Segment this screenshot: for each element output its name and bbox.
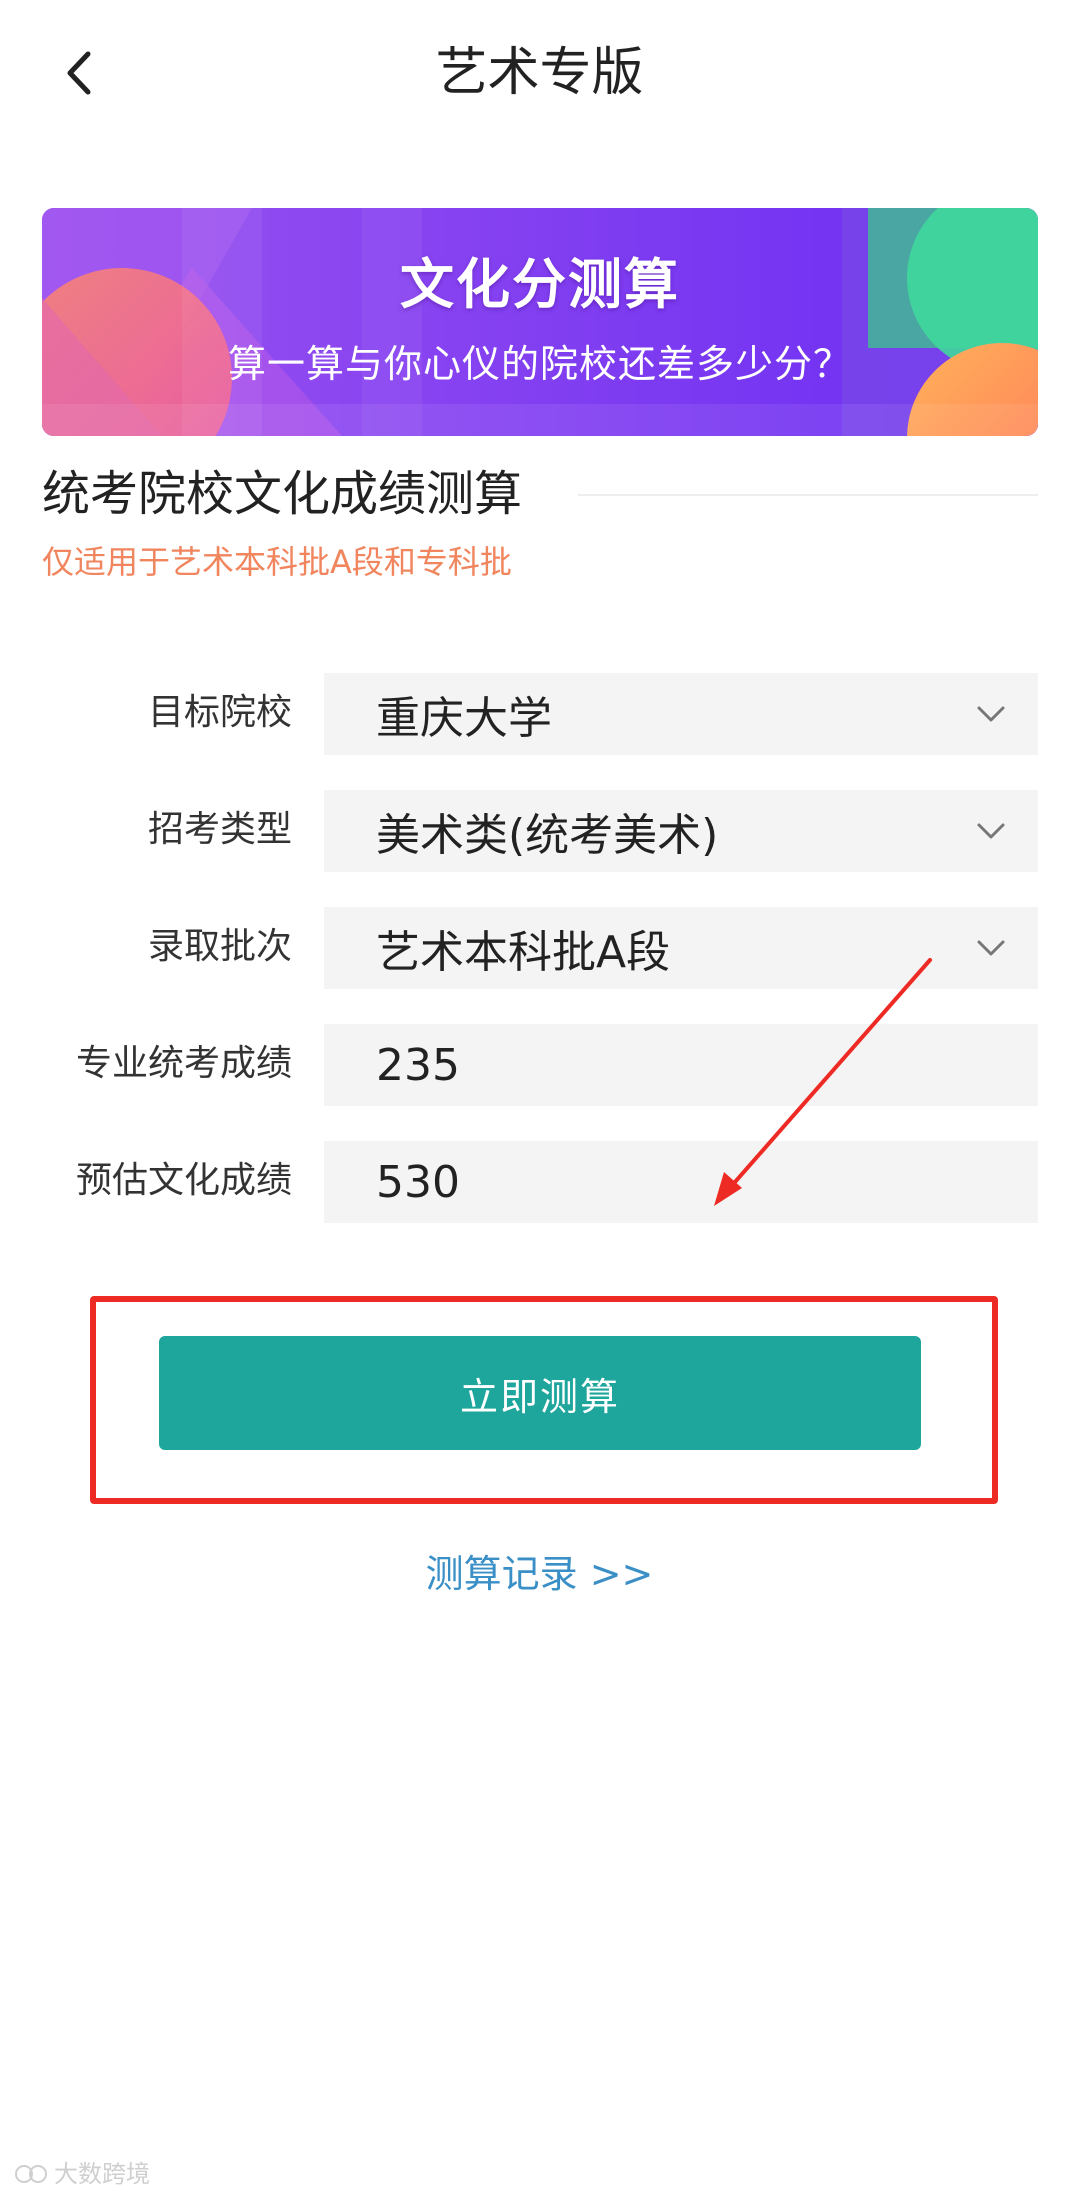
chevron-down-icon [956, 907, 1026, 989]
banner-subtitle: 算一算与你心仪的院校还差多少分？ [227, 342, 852, 386]
exam-type-label: 招考类型 [147, 809, 292, 850]
batch-select[interactable]: 艺术本科批A段 [324, 907, 1038, 989]
culture-score-input[interactable]: 530 [324, 1141, 1038, 1223]
target-school-value: 重庆大学 [376, 693, 552, 744]
exam-type-select[interactable]: 美术类(统考美术) [324, 790, 1038, 872]
calculate-button[interactable]: 立即测算 [159, 1336, 921, 1450]
section-title: 统考院校文化成绩测算 [42, 466, 523, 522]
section-note: 仅适用于艺术本科批A段和专科批 [42, 543, 512, 581]
section-divider [578, 494, 1038, 496]
watermark: 大数跨境 [14, 2158, 150, 2190]
batch-label: 录取批次 [147, 926, 292, 967]
target-school-select[interactable]: 重庆大学 [324, 673, 1038, 755]
chevron-down-icon [956, 673, 1026, 755]
batch-value: 艺术本科批A段 [376, 927, 671, 978]
major-score-label: 专业统考成绩 [75, 1043, 292, 1084]
banner: 文化分测算 算一算与你心仪的院校还差多少分？ [42, 208, 1038, 436]
chevron-down-icon [956, 790, 1026, 872]
banner-title: 文化分测算 [400, 253, 680, 316]
major-score-value: 235 [376, 1039, 460, 1091]
page-title: 艺术专版 [435, 43, 644, 103]
major-score-input[interactable]: 235 [324, 1024, 1038, 1106]
banner-decoration [42, 208, 1038, 436]
records-link[interactable]: 测算记录 >> [0, 1544, 1079, 1604]
target-school-label: 目标院校 [147, 692, 292, 733]
culture-score-value: 530 [376, 1156, 460, 1208]
watermark-logo-icon [15, 2165, 47, 2183]
exam-type-value: 美术类(统考美术) [376, 810, 719, 861]
watermark-text: 大数跨境 [54, 2160, 150, 2188]
culture-score-label: 预估文化成绩 [75, 1160, 292, 1201]
